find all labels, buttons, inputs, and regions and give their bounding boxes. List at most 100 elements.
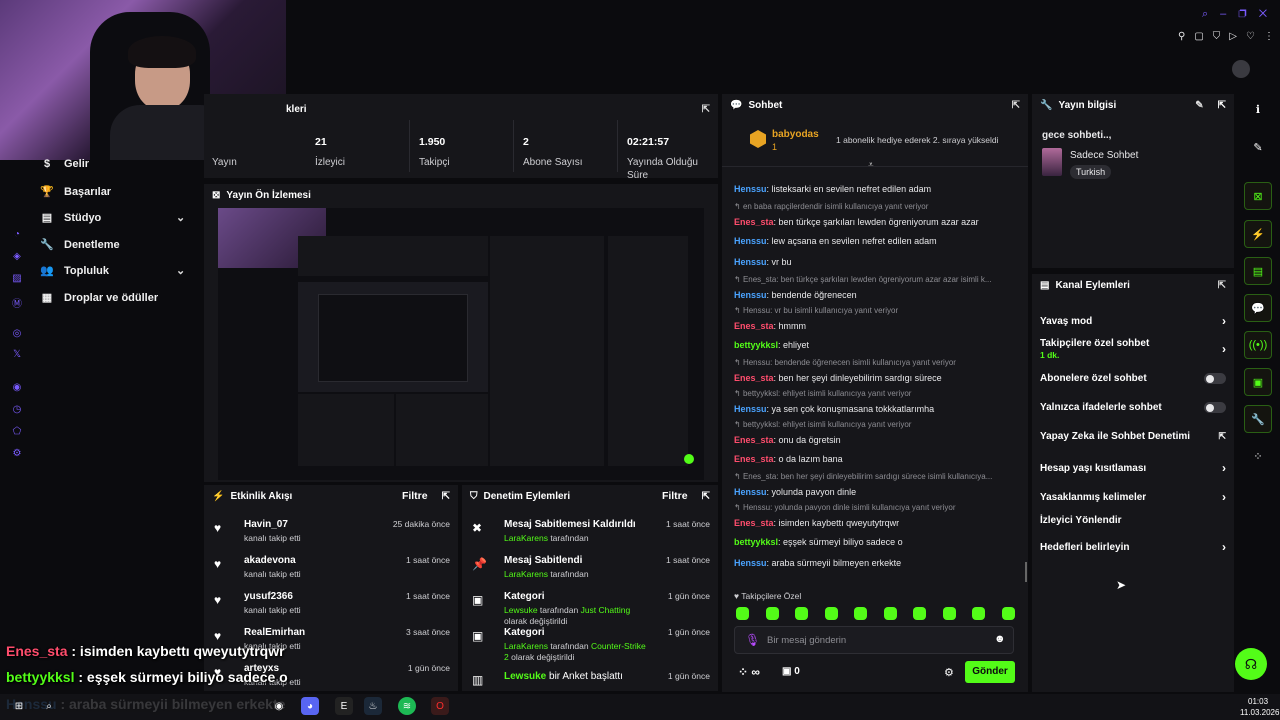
reply-context[interactable]: ↰ Henssu: bendende öğrenecen isimli kull…: [734, 358, 1014, 367]
play-icon[interactable]: ▷: [1229, 31, 1246, 42]
activity-filter-button[interactable]: Filtre: [402, 490, 428, 502]
sidebar-item-studyo[interactable]: ▤ Stüdyo ⌄: [40, 211, 190, 225]
reply-context[interactable]: ↰ en baba rapçilerdendir isimli kullanıc…: [734, 202, 1014, 211]
settings-icon[interactable]: ⚙: [11, 448, 23, 460]
chat-message[interactable]: Henssu: vr bu: [734, 256, 1014, 268]
channel-toggle-icon[interactable]: ▣: [1244, 368, 1272, 396]
restore-icon[interactable]: ❐: [1238, 8, 1258, 20]
epic-icon[interactable]: E: [335, 697, 353, 715]
chat-username[interactable]: Enes_sta: [734, 217, 774, 227]
mod-action-item[interactable]: ▣ Kategori LaraKarens tarafından Counter-…: [472, 627, 710, 663]
sidebar-item-topluluk[interactable]: 👥 Topluluk ⌄: [40, 264, 190, 278]
chat-message[interactable]: bettyykksl: ehliyet: [734, 339, 1014, 351]
emote-icon[interactable]: [736, 607, 749, 620]
reply-context[interactable]: ↰ bettyykksl: ehliyet isimli kullanıcıya…: [734, 420, 1014, 429]
emote-icon[interactable]: [824, 607, 838, 620]
heart-icon[interactable]: ♡: [1246, 31, 1264, 42]
chat-message[interactable]: bettyykksl: eşşek sürmeyi biliyo sadece …: [734, 536, 1014, 548]
crop-icon[interactable]: ▢: [1194, 31, 1212, 42]
emote-icon[interactable]: [1001, 607, 1015, 620]
support-button[interactable]: ☊: [1235, 648, 1267, 680]
mod-filter-button[interactable]: Filtre: [662, 490, 688, 502]
pencil-icon[interactable]: ✎: [1244, 133, 1272, 161]
popout-icon[interactable]: ⇱: [1218, 280, 1226, 291]
popout-icon[interactable]: ⇱: [702, 104, 710, 115]
chat-message[interactable]: Enes_sta: ben türkçe şarkıları lewden ög…: [734, 216, 1014, 228]
chat-message[interactable]: Henssu: yolunda pavyon dinle: [734, 486, 1014, 498]
popout-icon[interactable]: ⇱: [1218, 100, 1226, 111]
sidebar-item-gelir[interactable]: $ Gelir: [40, 158, 89, 170]
mod-action-item[interactable]: ▣ Kategori Lewsuke tarafından Just Chatti…: [472, 591, 710, 627]
windows-icon[interactable]: ⊞: [10, 697, 28, 715]
rail-icon-4[interactable]: Ⓜ: [11, 295, 23, 310]
chat-message[interactable]: Henssu: ya sen çok konuşmasana tokkkatla…: [734, 403, 1014, 415]
toggle-switch[interactable]: [1204, 373, 1226, 384]
spotify-icon[interactable]: ≋: [398, 697, 416, 715]
popout-icon[interactable]: ⇱: [442, 491, 450, 502]
profile-avatar[interactable]: [1232, 60, 1250, 78]
popout-icon[interactable]: ⇱: [1012, 100, 1020, 111]
chat-username[interactable]: Enes_sta: [734, 373, 774, 383]
discord-icon[interactable]: ◕: [301, 697, 319, 715]
chat-username[interactable]: Enes_sta: [734, 518, 774, 528]
chat-username[interactable]: bettyykksl: [734, 537, 778, 547]
rail-icon-1[interactable]: ◔: [11, 229, 23, 241]
rail-icon-7[interactable]: ◉: [11, 382, 23, 394]
channel-action-item[interactable]: Takipçilere özel sohbet 1 dk. ›: [1040, 338, 1226, 360]
bolt-toggle-icon[interactable]: ⚡: [1244, 220, 1272, 248]
reply-context[interactable]: ↰ Henssu: yolunda pavyon dinle isimli ku…: [734, 503, 1014, 512]
close-icon[interactable]: ✕: [1259, 8, 1279, 20]
chat-message[interactable]: Enes_sta: o da lazım bana: [734, 453, 1014, 465]
channel-action-item[interactable]: Yalnızca ifadelerle sohbet: [1040, 402, 1226, 413]
stream-preview[interactable]: [218, 208, 704, 480]
chat-input[interactable]: 🎙 Bir mesaj gönderin ☻: [734, 626, 1014, 654]
emote-icon[interactable]: [913, 607, 926, 620]
notes-toggle-icon[interactable]: ▤: [1244, 257, 1272, 285]
chat-username[interactable]: Henssu: [734, 290, 767, 300]
chat-username[interactable]: Enes_sta: [734, 321, 774, 331]
preview-toggle-icon[interactable]: ⊠: [1244, 182, 1272, 210]
app-icon[interactable]: ◉: [270, 697, 288, 715]
search-icon[interactable]: ⌕: [1202, 8, 1220, 20]
reply-context[interactable]: ↰ Enes_sta: ben türkçe şarkıları lewden …: [734, 275, 1014, 284]
emote-icon[interactable]: [972, 607, 985, 620]
chat-username[interactable]: bettyykksl: [734, 340, 778, 350]
rail-icon-5[interactable]: ◎: [11, 328, 23, 340]
mod-action-item[interactable]: 📌 Mesaj Sabitlendi LaraKarens tarafından …: [472, 555, 710, 580]
reply-context[interactable]: ↰ bettyykksl: ehliyet isimli kullanıcıya…: [734, 389, 1014, 398]
emote-icon[interactable]: [765, 607, 779, 620]
send-button[interactable]: Gönder: [965, 661, 1015, 683]
activity-item[interactable]: ♥ yusuf2366 kanalı takip etti 1 saat önc…: [214, 591, 450, 615]
wrench-toggle-icon[interactable]: 🔧: [1244, 405, 1272, 433]
opera-icon[interactable]: O: [431, 697, 449, 715]
search-icon[interactable]: ⌕: [40, 697, 58, 715]
reply-context[interactable]: ↰ Henssu: vr bu isimli kullanıcıya yanıt…: [734, 306, 1014, 315]
reply-context[interactable]: ↰ Enes_sta: ben her şeyi dinleyebilirim …: [734, 472, 1014, 481]
rail-icon-9[interactable]: ⬠: [11, 426, 23, 438]
chat-username[interactable]: Enes_sta: [734, 454, 774, 464]
channel-action-item[interactable]: Hedefleri belirleyin ›: [1040, 540, 1226, 554]
activity-item[interactable]: ♥ Havin_07 kanalı takip etti 25 dakika ö…: [214, 519, 450, 543]
toggle-switch[interactable]: [1204, 402, 1226, 413]
points-rail-icon[interactable]: ⁘: [1244, 442, 1272, 470]
rail-icon-2[interactable]: ◈: [11, 251, 23, 263]
activity-item[interactable]: ♥ akadevona kanalı takip etti 1 saat önc…: [214, 555, 450, 579]
chat-message[interactable]: Henssu: listeksarki en sevilen nefret ed…: [734, 183, 1014, 195]
chat-scrollbar[interactable]: [1025, 562, 1027, 582]
chat-username[interactable]: Henssu: [734, 184, 767, 194]
emote-icon[interactable]: [942, 607, 956, 620]
emote-icon[interactable]: [854, 607, 867, 620]
chat-message[interactable]: Enes_sta: onu da ögretsin: [734, 434, 1014, 446]
broadcast-toggle-icon[interactable]: ((•)): [1244, 331, 1272, 359]
chat-username[interactable]: Enes_sta: [734, 435, 774, 445]
channel-action-item[interactable]: Abonelere özel sohbet: [1040, 373, 1226, 384]
channel-action-item[interactable]: Yavaş mod ›: [1040, 314, 1226, 328]
pinned-user[interactable]: babyodas: [772, 129, 819, 140]
pin-icon[interactable]: ⚲: [1178, 31, 1194, 42]
chat-message[interactable]: Enes_sta: ben her şeyi dinleyebilirim sa…: [734, 372, 1014, 384]
edit-icon[interactable]: ✎: [1195, 100, 1203, 111]
steam-icon[interactable]: ♨: [364, 697, 382, 715]
chat-toggle-icon[interactable]: 💬: [1244, 294, 1272, 322]
channel-action-item[interactable]: Hesap yaşı kısıtlaması ›: [1040, 461, 1226, 475]
chat-message[interactable]: Henssu: bendende öğrenecen: [734, 289, 1014, 301]
